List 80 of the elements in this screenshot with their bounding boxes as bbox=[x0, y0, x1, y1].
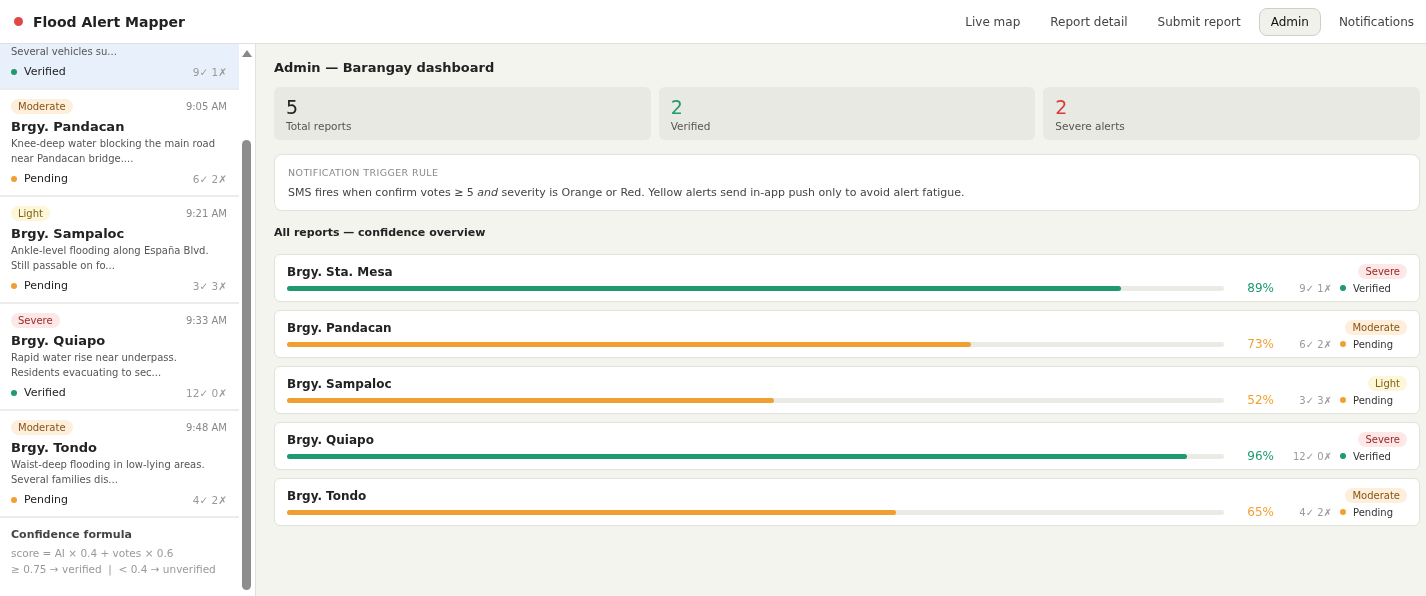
report-description: Several vehicles su... bbox=[11, 45, 118, 59]
logo-dot-icon bbox=[14, 17, 23, 26]
status-label: Pending bbox=[24, 172, 68, 185]
vote-count: 3✓ 3✗ bbox=[1298, 394, 1332, 406]
status-label: Verified bbox=[1353, 450, 1391, 462]
report-card[interactable]: Brgy. Tondo Moderate 65% 4✓ 2✗ Pending bbox=[274, 478, 1420, 526]
nav-tab[interactable]: Live map bbox=[953, 7, 1033, 36]
report-description: Rapid water rise near underpass. Residents evacuating to sec... bbox=[11, 351, 178, 380]
vote-count: 4✓ 2✗ bbox=[192, 493, 227, 506]
confidence-percent: 65% bbox=[1246, 505, 1274, 519]
formula-title: Confidence formula bbox=[11, 528, 133, 541]
scroll-thumb[interactable] bbox=[242, 140, 251, 590]
report-title: Brgy. Quiapo bbox=[287, 432, 374, 447]
report-time: 9:21 AM bbox=[185, 208, 227, 219]
report-title: Brgy. Sampaloc bbox=[11, 226, 126, 241]
status-label: Pending bbox=[24, 493, 68, 506]
confidence-percent: 52% bbox=[1246, 393, 1274, 407]
status-label: Pending bbox=[1353, 394, 1393, 406]
status-label: Pending bbox=[1353, 506, 1393, 518]
stat-label: Verified bbox=[670, 120, 712, 132]
report-title: Brgy. Pandacan bbox=[11, 119, 126, 134]
stat-label: Total reports bbox=[286, 120, 353, 132]
stat-value: 2 bbox=[670, 96, 684, 118]
severity-badge: Moderate bbox=[11, 420, 73, 435]
formula-line: ≥ 0.75 → verified | < 0.4 → unverified bbox=[11, 562, 217, 577]
report-description: Waist-deep flooding in low-lying areas. Several families dis... bbox=[11, 458, 206, 487]
report-time: 9:05 AM bbox=[185, 101, 227, 112]
confidence-percent: 96% bbox=[1246, 449, 1274, 463]
status-label: Verified bbox=[24, 386, 66, 399]
report-list-item[interactable]: Several vehicles su... Verified 9✓ 1✗ bbox=[0, 44, 239, 90]
severity-badge: Moderate bbox=[1345, 488, 1407, 503]
stat-value: 2 bbox=[1055, 96, 1069, 118]
vote-count: 9✓ 1✗ bbox=[192, 65, 227, 78]
report-card[interactable]: Brgy. Sta. Mesa Severe 89% 9✓ 1✗ Verified bbox=[274, 254, 1420, 302]
app-title: Flood Alert Mapper bbox=[33, 13, 185, 30]
report-title: Brgy. Pandacan bbox=[287, 320, 392, 335]
severity-badge: Severe bbox=[1358, 264, 1407, 279]
report-card[interactable]: Brgy. Pandacan Moderate 73% 6✓ 2✗ Pending bbox=[274, 310, 1420, 358]
status-label: Pending bbox=[24, 279, 68, 292]
report-description: Knee-deep water blocking the main road near Pandacan bridge.... bbox=[11, 137, 217, 166]
report-time: 9:48 AM bbox=[185, 422, 227, 433]
severity-badge: Moderate bbox=[11, 99, 73, 114]
status-label: Pending bbox=[1353, 338, 1393, 350]
vote-count: 4✓ 2✗ bbox=[1298, 506, 1332, 518]
nav-tab[interactable]: Notifications bbox=[1326, 7, 1426, 36]
severity-badge: Moderate bbox=[1345, 320, 1407, 335]
vote-count: 6✓ 2✗ bbox=[192, 172, 227, 185]
vote-count: 6✓ 2✗ bbox=[1298, 338, 1332, 350]
status-label: Verified bbox=[1353, 282, 1391, 294]
stat-label: Severe alerts bbox=[1055, 120, 1126, 132]
rule-heading: NOTIFICATION TRIGGER RULE bbox=[288, 167, 440, 178]
report-title: Brgy. Tondo bbox=[11, 440, 98, 455]
nav-tab[interactable]: Report detail bbox=[1038, 7, 1140, 36]
formula-line: score = AI × 0.4 + votes × 0.6 bbox=[11, 546, 175, 561]
confidence-percent: 89% bbox=[1246, 281, 1274, 295]
nav-tab[interactable]: Admin bbox=[1258, 7, 1321, 36]
status-label: Verified bbox=[24, 65, 66, 78]
report-title: Brgy. Quiapo bbox=[11, 333, 107, 348]
section-title: All reports — confidence overview bbox=[274, 226, 487, 239]
report-time: 9:33 AM bbox=[185, 315, 227, 326]
page-title: Admin — Barangay dashboard bbox=[274, 60, 496, 75]
report-title: Brgy. Tondo bbox=[287, 488, 367, 503]
report-card[interactable]: Brgy. Sampaloc Light 52% 3✓ 3✗ Pending bbox=[274, 366, 1420, 414]
vote-count: 9✓ 1✗ bbox=[1298, 282, 1332, 294]
rule-text: SMS fires when confirm votes ≥ 5 and severity is Orange or Red. Yellow alerts send in-app push only to avoid alert fatigue. bbox=[288, 186, 966, 199]
confidence-percent: 73% bbox=[1246, 337, 1274, 351]
stat-value: 5 bbox=[286, 96, 300, 118]
report-title: Brgy. Sampaloc bbox=[287, 376, 392, 391]
scroll-up-icon[interactable] bbox=[242, 50, 252, 57]
report-title: Brgy. Sta. Mesa bbox=[287, 264, 393, 279]
nav-tab[interactable]: Submit report bbox=[1145, 7, 1253, 36]
severity-badge: Light bbox=[1368, 376, 1407, 391]
vote-count: 12✓ 0✗ bbox=[1291, 450, 1332, 462]
severity-badge: Light bbox=[11, 206, 50, 221]
vote-count: 12✓ 0✗ bbox=[186, 386, 227, 399]
report-card[interactable]: Brgy. Quiapo Severe 96% 12✓ 0✗ Verified bbox=[274, 422, 1420, 470]
severity-badge: Severe bbox=[1358, 432, 1407, 447]
severity-badge: Severe bbox=[11, 313, 60, 328]
vote-count: 3✓ 3✗ bbox=[192, 279, 227, 292]
report-description: Ankle-level flooding along España Blvd. Still passable on fo... bbox=[11, 244, 210, 273]
